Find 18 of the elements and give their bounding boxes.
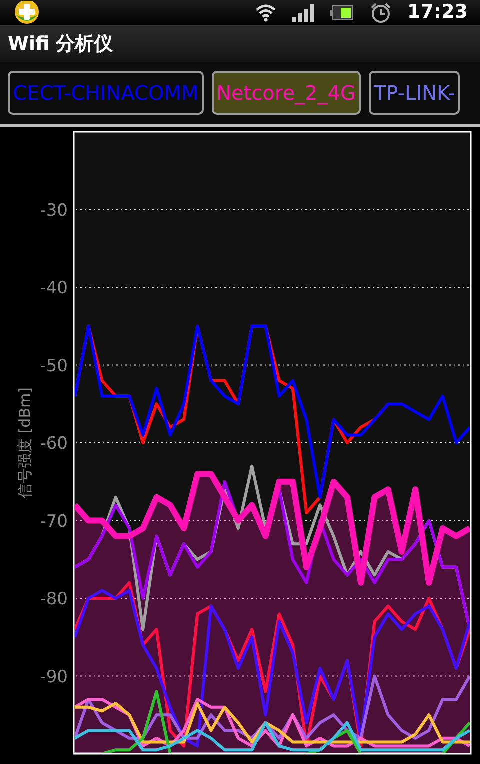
status-time: 17:23: [408, 3, 468, 22]
wifi-icon: [256, 4, 276, 22]
app-title: Wifi 分析仪: [8, 32, 114, 57]
network-tab[interactable]: Netcore_2_4G: [212, 71, 361, 115]
axis-tick-label: -90: [40, 667, 68, 688]
app-icon: [12, 0, 42, 24]
network-tab[interactable]: CECT-CHINACOMM: [8, 71, 204, 115]
axis-tick-label: -60: [40, 434, 68, 454]
network-tab[interactable]: TP-LINK-: [368, 71, 460, 115]
axis-tick-label: -40: [40, 278, 68, 298]
battery-icon: [330, 4, 354, 20]
axis-tick-label: -50: [40, 356, 68, 376]
alarm-clock-icon: [370, 2, 392, 22]
axis-tick-label: -30: [40, 200, 68, 221]
axis-tick-label: -70: [40, 512, 68, 532]
signal-icon: [292, 4, 314, 22]
axis-tick-label: -80: [40, 590, 68, 610]
axis-title: 信号强度 [dBm]: [16, 388, 34, 498]
